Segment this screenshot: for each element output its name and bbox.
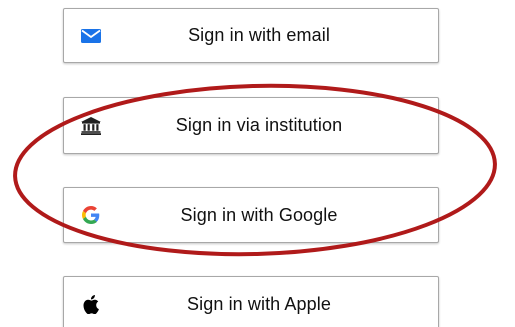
sign-in-google-button[interactable]: Sign in with Google xyxy=(63,187,439,243)
envelope-icon xyxy=(80,25,102,47)
google-logo-icon xyxy=(80,204,102,226)
sign-in-email-label: Sign in with email xyxy=(188,25,330,45)
sign-in-apple-label: Sign in with Apple xyxy=(187,293,331,314)
sign-in-apple-button[interactable]: Sign in with Apple xyxy=(63,276,439,327)
sign-in-email-button[interactable]: Sign in with email xyxy=(63,8,439,63)
sign-in-google-label: Sign in with Google xyxy=(180,204,338,225)
apple-logo-icon xyxy=(80,293,102,315)
sign-in-institution-label: Sign in via institution xyxy=(175,115,343,135)
institution-building-icon xyxy=(80,115,102,137)
sign-in-institution-button[interactable]: Sign in via institution xyxy=(63,97,439,154)
sign-in-options: Sign in with email Sign in via instituti… xyxy=(0,0,515,327)
